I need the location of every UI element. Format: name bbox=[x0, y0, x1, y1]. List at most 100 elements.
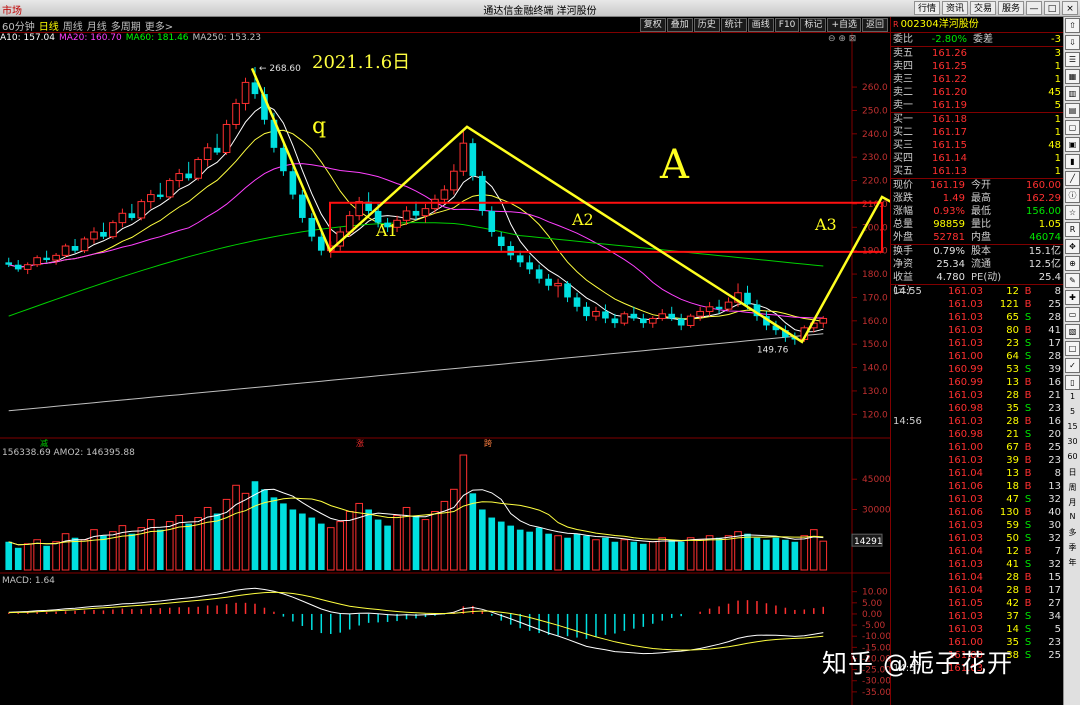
volume-bar bbox=[800, 535, 809, 571]
bid-row[interactable]: 买三 161.15 48 bbox=[891, 139, 1063, 152]
ask-row[interactable]: 卖二 161.20 45 bbox=[891, 86, 1063, 99]
tick-price: 161.04 bbox=[948, 546, 983, 557]
tool-button-1[interactable]: 叠加 bbox=[666, 18, 693, 32]
tick-price: 160.99 bbox=[948, 377, 983, 388]
menu-service[interactable]: 服务 bbox=[997, 1, 1024, 15]
menu-trade[interactable]: 交易 bbox=[969, 1, 996, 15]
ask-row[interactable]: 卖五 161.26 3 bbox=[891, 47, 1063, 60]
tab-5[interactable]: 更多> bbox=[145, 18, 173, 33]
bid-row[interactable]: 买二 161.17 1 bbox=[891, 126, 1063, 139]
tick-side: S bbox=[1024, 494, 1032, 505]
pen-icon[interactable]: ✎ bbox=[1065, 273, 1080, 288]
bid-row[interactable]: 买五 161.13 1 bbox=[891, 165, 1063, 178]
ask-row[interactable]: 卖三 161.22 1 bbox=[891, 73, 1063, 86]
news-icon[interactable]: ▣ bbox=[1065, 137, 1080, 152]
volume-bar bbox=[384, 525, 391, 570]
period-item[interactable]: 日 bbox=[1065, 467, 1080, 481]
tool-button-0[interactable]: 复权 bbox=[639, 18, 666, 32]
period-item[interactable]: 季 bbox=[1065, 542, 1080, 556]
stat-value: 52781 bbox=[933, 232, 965, 243]
stat-row: 净资 25.34 流通 12.5亿 bbox=[891, 258, 1063, 271]
tool-button-8[interactable]: 返回 bbox=[861, 18, 888, 32]
info-icon[interactable]: ⓘ bbox=[1065, 188, 1080, 203]
tick-side: B bbox=[1024, 598, 1032, 609]
ask-row[interactable]: 卖四 161.25 1 bbox=[891, 60, 1063, 73]
tick-price: 161.03 bbox=[948, 390, 983, 401]
volume-bar bbox=[819, 540, 828, 571]
nav-up-icon[interactable]: ⇧ bbox=[1065, 18, 1080, 33]
tool-button-3[interactable]: 统计 bbox=[720, 18, 747, 32]
check-icon[interactable]: ✓ bbox=[1065, 358, 1080, 373]
tick-list[interactable]: 14:55 161.03 12 B 8 161.03 121 B 25 161.03 65 S 28 16… bbox=[891, 284, 1063, 675]
stat-value: 4.780 bbox=[936, 272, 965, 283]
candle bbox=[299, 189, 306, 223]
chart-area[interactable]: 260.0250.0240.0230.0220.0210.0200.0190.0… bbox=[0, 33, 890, 705]
folder-icon[interactable]: ▧ bbox=[1065, 324, 1080, 339]
star-icon[interactable]: ☆ bbox=[1065, 205, 1080, 220]
price-tick-label: 170.0 bbox=[862, 293, 888, 303]
cross-icon[interactable]: ✚ bbox=[1065, 290, 1080, 305]
move-icon[interactable]: ✥ bbox=[1065, 239, 1080, 254]
bar-icon[interactable]: ▮ bbox=[1065, 154, 1080, 169]
tool-button-2[interactable]: 历史 bbox=[693, 18, 720, 32]
tick-count: 17 bbox=[1048, 338, 1061, 349]
volume-current-label: 14291 bbox=[854, 537, 883, 547]
tick-price: 161.03 bbox=[948, 455, 983, 466]
tick-time bbox=[891, 519, 937, 532]
menu-quotes[interactable]: 行情 bbox=[913, 1, 940, 15]
tick-volume: 28 bbox=[1006, 572, 1019, 583]
volume-bar bbox=[668, 539, 676, 570]
ruler-icon[interactable]: ▭ bbox=[1065, 307, 1080, 322]
tick-price: 161.03 bbox=[948, 611, 983, 622]
zoom-icon[interactable]: ⊕ bbox=[1065, 256, 1080, 271]
period-item[interactable]: 周 bbox=[1065, 482, 1080, 496]
minimize-button[interactable]: — bbox=[1026, 1, 1042, 15]
doc-icon[interactable]: ▢ bbox=[1065, 120, 1080, 135]
period-item[interactable]: 多 bbox=[1065, 527, 1080, 541]
period-item[interactable]: 30 bbox=[1065, 437, 1080, 451]
period-item[interactable]: 5 bbox=[1065, 407, 1080, 421]
close-button[interactable]: × bbox=[1062, 1, 1078, 15]
bid-row[interactable]: 买一 161.18 1 bbox=[891, 113, 1063, 126]
webi-value: -2.80% bbox=[931, 34, 967, 45]
tool-button-6[interactable]: 标记 bbox=[800, 18, 827, 32]
tick-price: 161.03 bbox=[948, 338, 983, 349]
tool-button-5[interactable]: F10 bbox=[774, 18, 800, 32]
grid-icon[interactable]: ▦ bbox=[1065, 69, 1080, 84]
list-icon[interactable]: ☰ bbox=[1065, 52, 1080, 67]
volume-bar bbox=[620, 539, 629, 571]
level-price: 161.26 bbox=[932, 48, 967, 59]
table-icon[interactable]: ▤ bbox=[1065, 103, 1080, 118]
nav-down-icon[interactable]: ⇩ bbox=[1065, 35, 1080, 50]
header-tag: R bbox=[893, 20, 899, 29]
candle bbox=[128, 203, 136, 221]
tab-3[interactable]: 月线 bbox=[87, 18, 107, 33]
bid-row[interactable]: 买四 161.14 1 bbox=[891, 152, 1063, 165]
tab-1[interactable]: 日线 bbox=[39, 18, 59, 33]
tool-button-4[interactable]: 画线 bbox=[747, 18, 774, 32]
tick-time bbox=[891, 350, 937, 363]
level-label: 买一 bbox=[893, 114, 913, 125]
ma-controls[interactable]: ⊖ ⊕ ⊠ bbox=[828, 34, 856, 44]
level-volume: 5 bbox=[1054, 100, 1061, 111]
tab-2[interactable]: 周线 bbox=[63, 18, 83, 33]
maximize-button[interactable]: □ bbox=[1044, 1, 1060, 15]
line-icon[interactable]: ╱ bbox=[1065, 171, 1080, 186]
amo-legend: 156338.69 AMO2: 146395.88 bbox=[2, 448, 135, 458]
period-item[interactable]: 1 bbox=[1065, 392, 1080, 406]
tab-0[interactable]: 60分钟 bbox=[2, 18, 35, 33]
chart-icon[interactable]: ▥ bbox=[1065, 86, 1080, 101]
square-icon[interactable]: □ bbox=[1065, 341, 1080, 356]
doc2-icon[interactable]: ▯ bbox=[1065, 375, 1080, 390]
volume-bar bbox=[791, 541, 799, 570]
menu-news[interactable]: 资讯 bbox=[941, 1, 968, 15]
period-item[interactable]: 15 bbox=[1065, 422, 1080, 436]
period-item[interactable]: 月 bbox=[1065, 497, 1080, 511]
ask-row[interactable]: 卖一 161.19 5 bbox=[891, 99, 1063, 112]
tool-button-7[interactable]: +自选 bbox=[827, 18, 861, 32]
period-item[interactable]: 60 bbox=[1065, 452, 1080, 466]
period-item[interactable]: N bbox=[1065, 512, 1080, 526]
tab-4[interactable]: 多周期 bbox=[111, 18, 141, 33]
period-item[interactable]: 年 bbox=[1065, 557, 1080, 571]
rsi-icon[interactable]: R bbox=[1065, 222, 1080, 237]
